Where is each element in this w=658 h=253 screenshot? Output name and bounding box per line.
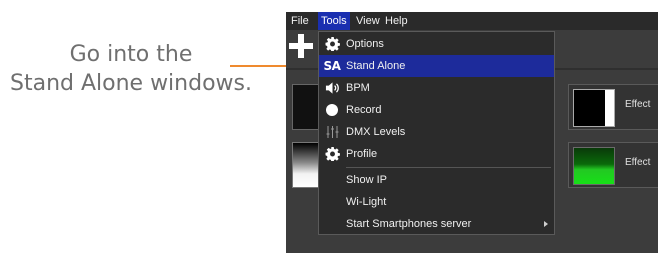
stand-alone-icon: SA xyxy=(323,59,341,73)
menu-item-label: Show IP xyxy=(346,174,387,186)
menu-file[interactable]: File xyxy=(288,12,312,30)
gear-icon xyxy=(325,37,340,51)
submenu-arrow-icon xyxy=(544,221,548,227)
effect-tile-2[interactable]: Effect xyxy=(568,142,658,188)
effect-swatch-1 xyxy=(573,89,615,127)
menu-item-dmx-levels[interactable]: DMX Levels xyxy=(319,121,554,143)
menu-item-label: Wi-Light xyxy=(346,196,387,208)
effect-label-1: Effect xyxy=(625,99,651,110)
menu-item-stand-alone[interactable]: SA Stand Alone xyxy=(319,55,554,77)
menu-item-show-ip[interactable]: Show IP xyxy=(319,169,554,191)
menu-item-profile[interactable]: Profile xyxy=(319,143,554,165)
caption-line-1: Go into the xyxy=(69,42,193,67)
menu-item-label: Profile xyxy=(346,148,378,160)
menu-tools[interactable]: Tools xyxy=(318,12,350,30)
effect-swatch-2 xyxy=(573,147,615,185)
effect-label-2: Effect xyxy=(625,157,651,168)
tools-dropdown-menu: Options SA Stand Alone BPM Record DMX Le… xyxy=(318,31,555,235)
add-plus-icon[interactable] xyxy=(289,34,313,58)
menu-item-options[interactable]: Options xyxy=(319,33,554,55)
menu-item-label: Stand Alone xyxy=(346,60,406,72)
menu-separator xyxy=(346,167,551,168)
instruction-caption: Go into the Stand Alone windows. xyxy=(0,40,262,98)
menu-item-label: Start Smartphones server xyxy=(346,218,472,230)
gear-icon xyxy=(325,147,340,161)
menu-item-wi-light[interactable]: Wi-Light xyxy=(319,191,554,213)
sliders-icon xyxy=(325,125,340,139)
caption-line-2: Stand Alone windows. xyxy=(10,71,252,96)
app-window: File Tools View Help Effect Effect Optio… xyxy=(286,12,658,253)
effect-tile-1[interactable]: Effect xyxy=(568,84,658,130)
menu-view[interactable]: View xyxy=(353,12,383,30)
menu-item-label: DMX Levels xyxy=(346,126,406,138)
menu-item-bpm[interactable]: BPM xyxy=(319,77,554,99)
menu-item-record[interactable]: Record xyxy=(319,99,554,121)
speaker-icon xyxy=(325,81,340,95)
menu-help[interactable]: Help xyxy=(382,12,411,30)
record-dot-icon xyxy=(326,104,338,116)
menu-item-label: Record xyxy=(346,104,382,116)
menu-item-label: Options xyxy=(346,38,384,50)
menu-item-label: BPM xyxy=(346,82,370,94)
menu-bar: File Tools View Help xyxy=(286,12,658,30)
menu-item-start-smartphones-server[interactable]: Start Smartphones server xyxy=(319,213,554,235)
